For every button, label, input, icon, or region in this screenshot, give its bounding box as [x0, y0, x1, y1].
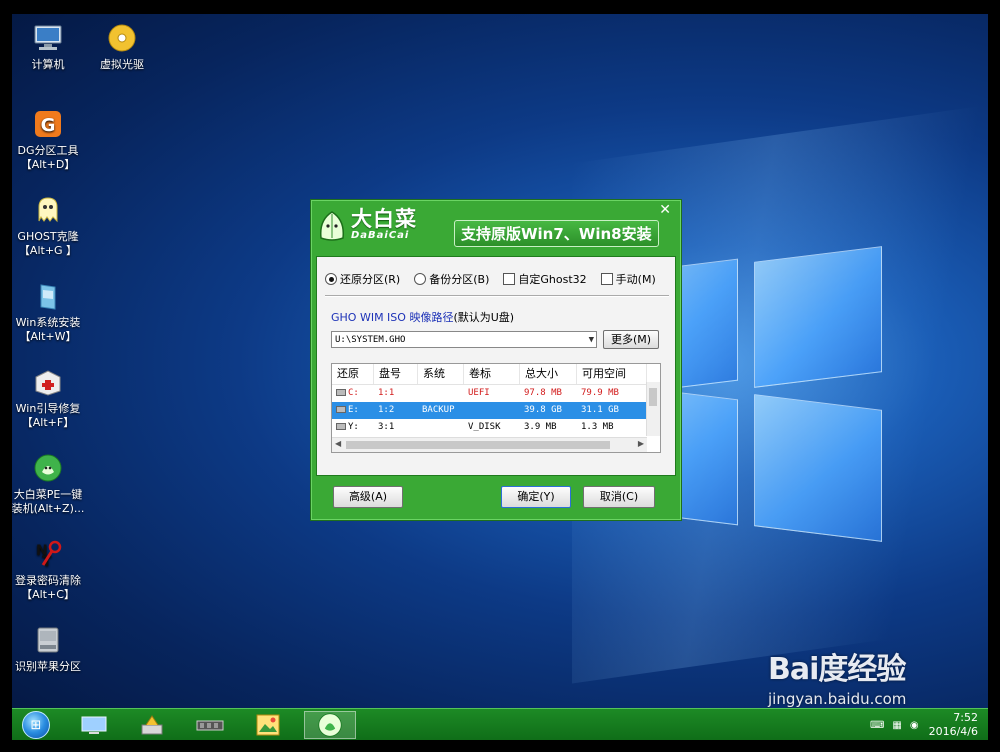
taskbar-item-monitor[interactable]: [72, 711, 116, 739]
password-clear-icon: NT: [32, 538, 64, 570]
column-header[interactable]: 卷标: [464, 364, 520, 384]
cabbage-logo-icon: [319, 211, 345, 241]
system-tray: ⌨ ▦ ◉ 7:52 2016/4/6: [870, 709, 978, 740]
tools-icon: [141, 715, 163, 735]
ime-icon[interactable]: ⌨: [870, 720, 884, 731]
chevron-right-icon[interactable]: ▶: [638, 439, 644, 448]
desktop-icon-password-clear[interactable]: NT 登录密码清除 【Alt+C】: [12, 538, 92, 602]
scroll-thumb[interactable]: [649, 388, 657, 406]
computer-icon: [32, 22, 64, 54]
advanced-button[interactable]: 高级(A): [333, 486, 403, 508]
restore-partition-radio[interactable]: 还原分区(R): [325, 271, 400, 287]
start-button[interactable]: ⊞: [16, 709, 56, 740]
watermark-url: jingyan.baidu.com: [768, 690, 907, 708]
desktop-icon-apple-partition[interactable]: 识别苹果分区: [12, 624, 92, 674]
desktop-icon-dabaicai-pe[interactable]: 大白菜PE一键 装机(Alt+Z)...: [12, 452, 92, 516]
checkbox-unchecked-icon: [600, 273, 613, 285]
brand-name-en: DaBaiCai: [351, 230, 410, 241]
table-row[interactable]: C: 1:1 UEFI 97.8 MB 79.9 MB: [332, 385, 660, 402]
boot-repair-icon: [32, 366, 64, 398]
brand-logo: 大白菜 DaBaiCai: [317, 208, 417, 242]
mode-options: 还原分区(R) 备份分区(B) 自定Ghost32 手动(M): [325, 271, 669, 287]
desktop: 计算机 虚拟光驱 G DG分区工具 【Alt+D】 GHOST克隆 【Alt+G…: [12, 14, 988, 740]
watermark-logo: Bai度经验: [768, 652, 906, 687]
photo-icon: [256, 714, 280, 736]
taskbar: ⊞ ⌨ ▦ ◉ 7:52 2016/4/6: [12, 708, 988, 740]
clock-date: 2016/4/6: [928, 725, 978, 738]
disk-icon: [336, 389, 346, 396]
column-header[interactable]: 系统: [418, 364, 464, 384]
image-path-combobox[interactable]: U:\SYSTEM.GHO ▼: [331, 331, 597, 348]
disk-icon: [336, 423, 346, 430]
install-dialog: ✕ 大白菜 DaBaiCai 支持原版Win7、Win8安装 还原分区(R) 备…: [310, 199, 682, 521]
network-icon[interactable]: ▦: [892, 720, 901, 731]
memory-icon: [196, 720, 224, 731]
brand-name: 大白菜: [351, 207, 417, 231]
checkbox-unchecked-icon: [503, 273, 516, 285]
taskbar-item-dabaicai[interactable]: [304, 711, 356, 739]
svg-text:G: G: [41, 115, 56, 136]
column-header[interactable]: 可用空间: [577, 364, 647, 384]
horizontal-scrollbar[interactable]: ◀ ▶: [332, 437, 647, 452]
custom-ghost32-checkbox[interactable]: 自定Ghost32: [503, 271, 587, 287]
more-button[interactable]: 更多(M): [603, 330, 659, 349]
disk-icon: [336, 406, 346, 413]
apple-partition-icon: [32, 624, 64, 656]
desktop-icon-virtual-drive[interactable]: 虚拟光驱: [78, 22, 166, 72]
divider: [325, 295, 669, 297]
radio-checked-icon: [325, 273, 337, 285]
taskbar-item-memory[interactable]: [188, 711, 232, 739]
clock[interactable]: 7:52 2016/4/6: [929, 711, 978, 739]
column-header[interactable]: 总大小: [520, 364, 577, 384]
volume-icon[interactable]: ◉: [910, 720, 919, 731]
partition-table: 还原 盘号 系统 卷标 总大小 可用空间 C: 1:1 UEFI 97.8 MB…: [331, 363, 661, 453]
windows-orb-icon: ⊞: [22, 711, 50, 739]
dabaicai-icon: [32, 452, 64, 484]
close-icon[interactable]: ✕: [659, 202, 671, 218]
radio-unchecked-icon: [414, 273, 427, 285]
desktop-icon-dg-partition[interactable]: G DG分区工具 【Alt+D】: [12, 108, 92, 172]
chevron-down-icon[interactable]: ▼: [589, 332, 594, 349]
diskgenius-icon: G: [32, 108, 64, 140]
dialog-body: 还原分区(R) 备份分区(B) 自定Ghost32 手动(M) GHO WIM …: [316, 256, 676, 476]
table-header: 还原 盘号 系统 卷标 总大小 可用空间: [332, 364, 660, 385]
cancel-button[interactable]: 取消(C): [583, 486, 655, 508]
backup-partition-radio[interactable]: 备份分区(B): [414, 271, 489, 287]
desktop-icon-win-install[interactable]: Win系统安装 【Alt+W】: [12, 280, 92, 344]
baidu-watermark: Bai度经验 jingyan.baidu.com: [768, 644, 906, 708]
image-path-label: GHO WIM ISO 映像路径(默认为U盘): [331, 311, 515, 324]
slogan-banner: 支持原版Win7、Win8安装: [454, 220, 659, 247]
taskbar-item-photo[interactable]: [246, 711, 290, 739]
monitor-icon: [81, 716, 107, 734]
column-header[interactable]: 盘号: [374, 364, 418, 384]
table-row[interactable]: Y: 3:1 V_DISK 3.9 MB 1.3 MB: [332, 419, 660, 436]
virtual-drive-icon: [106, 22, 138, 54]
ghost-icon: [32, 194, 64, 226]
chevron-left-icon[interactable]: ◀: [335, 439, 341, 448]
manual-checkbox[interactable]: 手动(M): [600, 271, 656, 287]
ok-button[interactable]: 确定(Y): [501, 486, 571, 508]
win-install-icon: [32, 280, 64, 312]
column-header[interactable]: 还原: [332, 364, 374, 384]
clock-time: 7:52: [953, 711, 978, 724]
scroll-thumb[interactable]: [346, 441, 610, 449]
table-row-selected[interactable]: E: 1:2 BACKUP 39.8 GB 31.1 GB: [332, 402, 660, 419]
desktop-icon-ghost[interactable]: GHOST克隆 【Alt+G 】: [12, 194, 92, 258]
vertical-scrollbar[interactable]: [646, 382, 660, 436]
desktop-icon-boot-repair[interactable]: Win引导修复 【Alt+F】: [12, 366, 92, 430]
taskbar-item-tools[interactable]: [130, 711, 174, 739]
dabaicai-icon: [318, 713, 342, 737]
